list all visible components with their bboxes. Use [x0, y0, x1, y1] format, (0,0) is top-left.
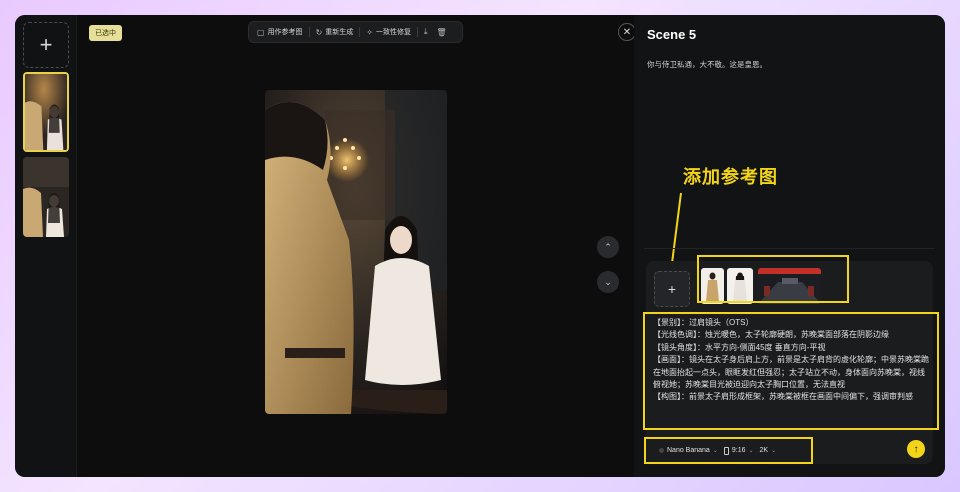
app-window: + 已选中 ▢ 用作参考图 ↻ 重新生成 ✧ 一致性修复 ⤓ 🗑 ✕ ⌃ ⌄ S… [15, 15, 945, 477]
thumbnail-strip: + [15, 15, 77, 477]
download-button[interactable]: ⤓ [421, 27, 431, 37]
chevron-up-icon: ⌃ [604, 241, 612, 252]
download-icon: ⤓ [423, 27, 428, 36]
generation-settings: Nano Banana ⌄ 9:16 ⌄ 2K ⌄ [644, 437, 813, 464]
close-icon: ✕ [622, 26, 632, 38]
chevron-down-icon: ⌄ [604, 276, 612, 287]
wand-icon: ✧ [366, 27, 373, 37]
arrow-up-icon: ↑ [913, 443, 919, 455]
thumbnail[interactable] [23, 157, 69, 237]
panel-divider [644, 248, 935, 249]
selected-badge: 已选中 [89, 25, 122, 41]
prompt-text: 【景别】：过肩镜头（OTS） 【光线色调】：烛光暖色，太子轮廓硬朗，苏晚棠面部落… [653, 318, 929, 402]
send-button[interactable]: ↑ [907, 440, 925, 458]
trash-icon: 🗑 [436, 27, 447, 37]
aspect-ratio-select[interactable]: 9:16 ⌄ [723, 446, 754, 455]
chevron-down-icon: ⌄ [771, 448, 777, 454]
scene-thumbnail-image [23, 157, 69, 237]
toolbar-divider [359, 27, 361, 37]
image-icon: ▢ [257, 27, 265, 37]
toolbar-divider [416, 27, 418, 37]
model-icon [659, 448, 664, 453]
delete-button[interactable]: 🗑 [434, 28, 450, 37]
prompt-input[interactable]: 【景别】：过肩镜头（OTS） 【光线色调】：烛光暖色，太子轮廓硬朗，苏晚棠面部落… [643, 312, 939, 430]
scene-image [265, 90, 447, 414]
use-as-reference-button[interactable]: ▢ 用作参考图 [254, 27, 306, 37]
main-scene-image [265, 90, 447, 414]
consistency-fix-button[interactable]: ✧ 一致性修复 [363, 27, 414, 37]
annotation-label: 添加参考图 [683, 167, 778, 187]
model-select[interactable]: Nano Banana ⌄ [659, 447, 718, 454]
scene-description: 你与侍卫私通，大不敬。这是皇恩。 [647, 60, 767, 69]
regenerate-button[interactable]: ↻ 重新生成 [313, 27, 357, 37]
toolbar-divider [308, 27, 310, 37]
scene-title: Scene 5 [647, 27, 697, 42]
reference-highlight-frame [697, 255, 849, 303]
resolution-select[interactable]: 2K ⌄ [760, 447, 777, 454]
add-reference-button[interactable]: + [654, 271, 690, 307]
chevron-down-icon: ⌄ [748, 448, 754, 454]
image-toolbar: ▢ 用作参考图 ↻ 重新生成 ✧ 一致性修复 ⤓ 🗑 [248, 21, 463, 43]
plus-icon: + [39, 32, 53, 57]
chevron-down-icon: ⌄ [712, 448, 718, 454]
previous-scene-button[interactable]: ⌃ [597, 236, 619, 258]
add-image-button[interactable]: + [23, 22, 69, 68]
thumbnail-selected[interactable] [23, 72, 69, 152]
image-viewer: 已选中 ▢ 用作参考图 ↻ 重新生成 ✧ 一致性修复 ⤓ 🗑 ✕ ⌃ ⌄ [77, 15, 636, 477]
plus-icon: + [667, 281, 677, 297]
refresh-icon: ↻ [315, 27, 323, 37]
scene-panel: Scene 5 你与侍卫私通，大不敬。这是皇恩。 添加参考图 + 【景别】：过肩… [634, 15, 945, 477]
next-scene-button[interactable]: ⌄ [597, 271, 619, 293]
aspect-ratio-icon [723, 446, 729, 455]
scene-thumbnail-image [25, 74, 67, 150]
